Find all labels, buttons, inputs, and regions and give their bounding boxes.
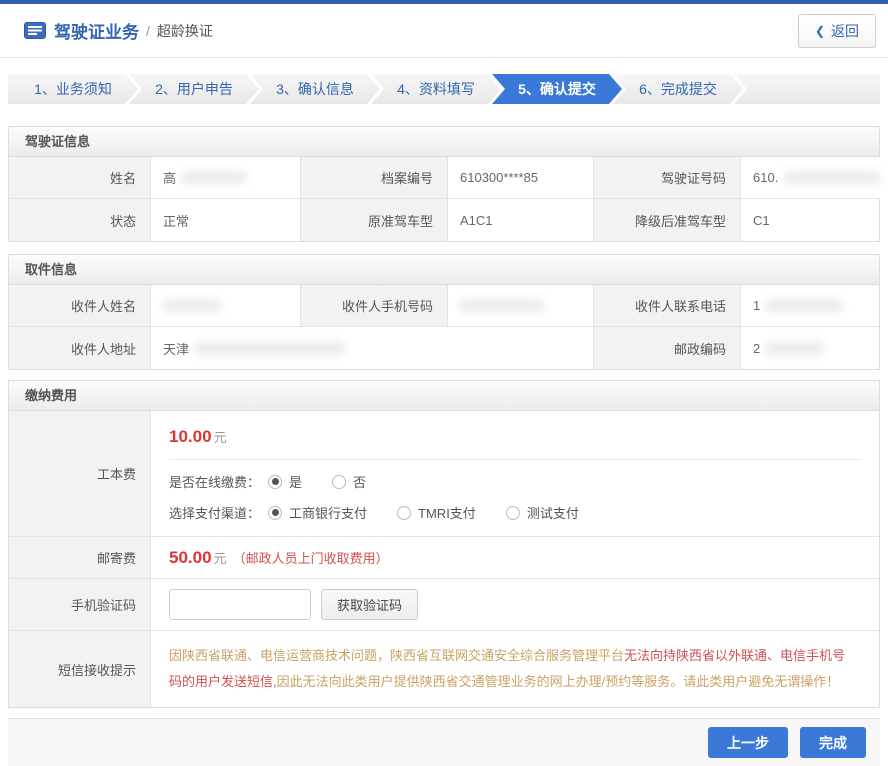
step-tab-2[interactable]: 2、用户申告 bbox=[129, 74, 259, 104]
field-value-recipient-name bbox=[151, 285, 301, 327]
captcha-input[interactable] bbox=[169, 589, 311, 620]
postage-body: 50.00元 （邮政人员上门收取费用） bbox=[151, 537, 879, 579]
field-value-recipient-phone: 1 bbox=[741, 285, 879, 327]
field-label-recipient-mobile: 收件人手机号码 bbox=[301, 285, 448, 327]
payment-section: 缴纳费用 工本费 10.00元 是否在线缴费： 是 否 选择支付渠道： bbox=[8, 380, 880, 708]
field-label-captcha: 手机验证码 bbox=[9, 579, 151, 631]
redacted-value bbox=[460, 299, 544, 312]
license-info-section: 驾驶证信息 姓名 高 档案编号 610300****85 驾驶证号码 610. … bbox=[8, 126, 880, 242]
field-label-name: 姓名 bbox=[9, 157, 151, 199]
radio-icon bbox=[506, 506, 520, 520]
radio-channel-icbc[interactable]: 工商银行支付 bbox=[268, 503, 367, 522]
radio-channel-tmri[interactable]: TMRI支付 bbox=[397, 503, 476, 522]
sms-notice-text: 因陕西省联通、电信运营商技术问题，陕西省互联网交通安全综合服务管理平台无法向持陕… bbox=[169, 631, 861, 707]
field-label-recipient-phone: 收件人联系电话 bbox=[594, 285, 741, 327]
radio-channel-test[interactable]: 测试支付 bbox=[506, 503, 579, 522]
radio-icon bbox=[268, 475, 282, 489]
back-button[interactable]: ❮ 返回 bbox=[798, 14, 876, 48]
breadcrumb-separator: / bbox=[146, 23, 150, 39]
field-label-orig-class: 原准驾车型 bbox=[301, 199, 448, 241]
redacted-value bbox=[766, 342, 824, 355]
field-label-zip: 邮政编码 bbox=[594, 327, 741, 369]
step-tab-5-active[interactable]: 5、确认提交 bbox=[492, 74, 622, 104]
step-tab-bar: 1、业务须知 2、用户申告 3、确认信息 4、资料填写 5、确认提交 6、完成提… bbox=[8, 74, 880, 104]
page-title: 驾驶证业务 bbox=[54, 18, 139, 43]
field-label-file-no: 档案编号 bbox=[301, 157, 448, 199]
field-value-name: 高 bbox=[151, 157, 301, 199]
license-list-icon bbox=[24, 22, 46, 39]
previous-step-button[interactable]: 上一步 bbox=[708, 727, 788, 758]
redacted-value bbox=[784, 171, 880, 184]
pay-channel-row: 选择支付渠道： 工商银行支付 TMRI支付 测试支付 bbox=[169, 503, 861, 522]
back-button-label: 返回 bbox=[831, 21, 859, 41]
radio-online-yes[interactable]: 是 bbox=[268, 472, 302, 491]
field-value-status: 正常 bbox=[151, 199, 301, 241]
field-label-sms-notice: 短信接收提示 bbox=[9, 631, 151, 707]
step-tab-3[interactable]: 3、确认信息 bbox=[250, 74, 380, 104]
redacted-value bbox=[163, 299, 221, 312]
section-title: 取件信息 bbox=[9, 255, 879, 285]
chevron-left-icon: ❮ bbox=[815, 24, 825, 38]
postage-note: （邮政人员上门收取费用） bbox=[233, 548, 389, 567]
action-footer: 上一步 完成 bbox=[8, 718, 880, 766]
field-value-file-no: 610300****85 bbox=[448, 157, 594, 199]
pickup-info-section: 取件信息 收件人姓名 收件人手机号码 收件人联系电话 1 收件人地址 天津 邮政… bbox=[8, 254, 880, 370]
card-fee-amount: 10.00元 bbox=[169, 411, 861, 460]
field-label-new-class: 降级后准驾车型 bbox=[594, 199, 741, 241]
page-header: 驾驶证业务 / 超龄换证 ❮ 返回 bbox=[0, 4, 888, 58]
captcha-body: 获取验证码 bbox=[151, 579, 879, 631]
field-value-license-no: 610. bbox=[741, 157, 880, 199]
finish-button[interactable]: 完成 bbox=[800, 727, 866, 758]
online-pay-row: 是否在线缴费： 是 否 bbox=[169, 472, 861, 491]
pay-channel-label: 选择支付渠道： bbox=[169, 503, 260, 522]
radio-icon bbox=[397, 506, 411, 520]
get-code-button[interactable]: 获取验证码 bbox=[321, 589, 418, 620]
redacted-value bbox=[766, 299, 842, 312]
radio-icon bbox=[332, 475, 346, 489]
field-label-recipient-name: 收件人姓名 bbox=[9, 285, 151, 327]
step-tab-4[interactable]: 4、资料填写 bbox=[371, 74, 501, 104]
field-value-orig-class: A1C1 bbox=[448, 199, 594, 241]
field-label-status: 状态 bbox=[9, 199, 151, 241]
field-label-address: 收件人地址 bbox=[9, 327, 151, 369]
redacted-value bbox=[182, 171, 246, 184]
sms-notice-body: 因陕西省联通、电信运营商技术问题，陕西省互联网交通安全综合服务管理平台无法向持陕… bbox=[151, 631, 879, 707]
field-value-address: 天津 bbox=[151, 327, 594, 369]
field-value-zip: 2 bbox=[741, 327, 879, 369]
step-tab-6[interactable]: 6、完成提交 bbox=[613, 74, 743, 104]
card-fee-body: 10.00元 是否在线缴费： 是 否 选择支付渠道： 工商银行支付 bbox=[151, 411, 879, 537]
online-pay-label: 是否在线缴费： bbox=[169, 472, 260, 491]
section-title: 缴纳费用 bbox=[9, 381, 879, 411]
redacted-value bbox=[195, 342, 345, 355]
step-tab-1[interactable]: 1、业务须知 bbox=[8, 74, 138, 104]
field-value-recipient-mobile bbox=[448, 285, 594, 327]
field-label-card-fee: 工本费 bbox=[9, 411, 151, 537]
field-label-postage: 邮寄费 bbox=[9, 537, 151, 579]
radio-online-no[interactable]: 否 bbox=[332, 472, 366, 491]
field-value-new-class: C1 bbox=[741, 199, 879, 241]
radio-icon bbox=[268, 506, 282, 520]
section-title: 驾驶证信息 bbox=[9, 127, 879, 157]
breadcrumb-current: 超龄换证 bbox=[157, 21, 213, 41]
step-tab-filler bbox=[734, 74, 880, 104]
field-label-license-no: 驾驶证号码 bbox=[594, 157, 741, 199]
